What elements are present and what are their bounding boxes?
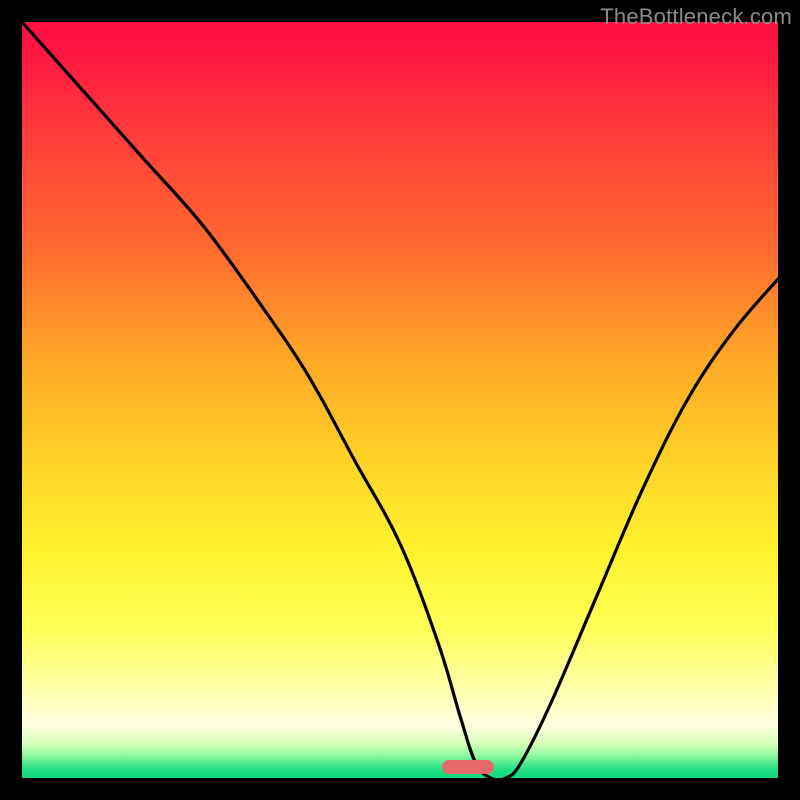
chart-frame: TheBottleneck.com	[0, 0, 800, 800]
bottleneck-curve	[22, 22, 778, 778]
watermark-text: TheBottleneck.com	[600, 4, 792, 30]
plot-area	[22, 22, 778, 778]
optimal-range-marker	[442, 760, 495, 774]
